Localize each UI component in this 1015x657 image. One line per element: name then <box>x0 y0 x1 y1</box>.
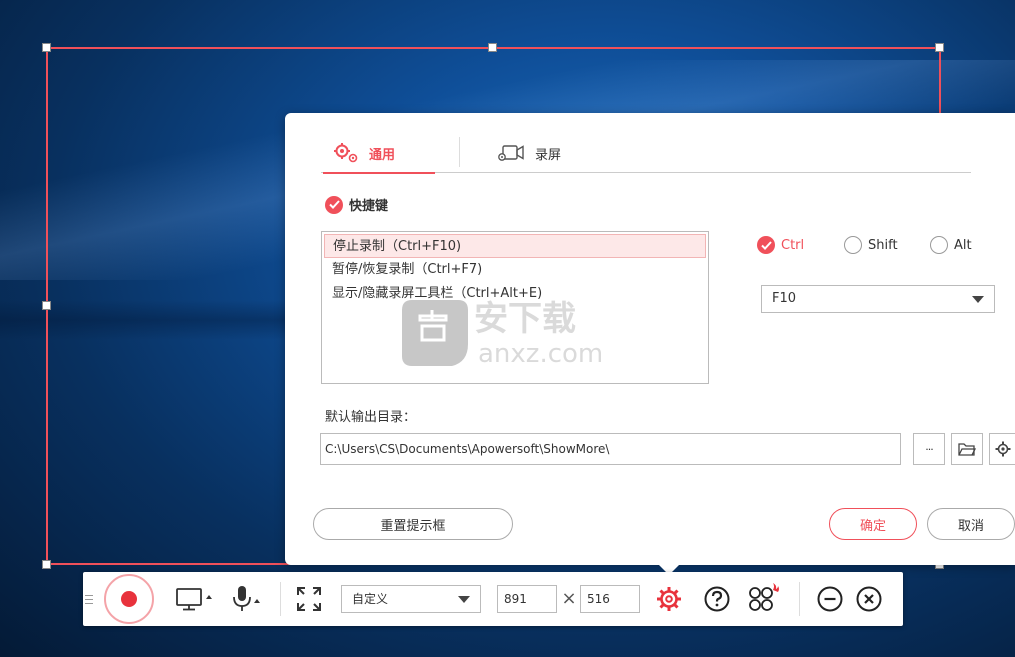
tab-general[interactable]: 通用 <box>322 133 436 174</box>
gears-icon <box>334 143 358 163</box>
recording-toolbar: 自定义 891 × 516 <box>83 572 903 626</box>
hotkeys-checkbox[interactable]: 快捷键 <box>325 195 388 214</box>
record-button[interactable] <box>101 572 157 626</box>
apps-icon <box>749 583 779 611</box>
toolbar-divider <box>280 582 281 616</box>
settings-button[interactable] <box>655 585 683 613</box>
modifier-ctrl[interactable]: Ctrl <box>757 236 804 254</box>
monitor-icon <box>176 588 212 611</box>
minimize-button[interactable] <box>817 586 843 612</box>
drag-handle[interactable] <box>83 592 95 606</box>
help-icon <box>704 586 730 612</box>
microphone-button[interactable] <box>229 585 263 613</box>
cancel-label: 取消 <box>957 518 984 534</box>
close-button[interactable] <box>856 586 882 612</box>
gear-icon <box>657 587 681 611</box>
hotkey-key-value: F10 <box>772 291 797 306</box>
ok-button[interactable]: 确定 <box>829 508 917 540</box>
video-camera-gear-icon <box>498 145 524 161</box>
cancel-button[interactable]: 取消 <box>927 508 1015 540</box>
tab-recording-label: 录屏 <box>535 147 562 163</box>
modifier-shift[interactable]: Shift <box>844 236 898 254</box>
check-icon <box>757 236 775 254</box>
hotkey-list: 停止录制（Ctrl+F10) 暂停/恢复录制（Ctrl+F7) 显示/隐藏录屏工… <box>321 231 709 384</box>
settings-tabs: 通用 录屏 <box>321 133 971 174</box>
region-mode-select[interactable]: 自定义 <box>341 585 481 613</box>
tab-general-label: 通用 <box>369 147 396 163</box>
help-button[interactable] <box>703 585 731 613</box>
chevron-down-icon <box>458 596 470 603</box>
folder-icon <box>958 443 976 456</box>
minimize-icon <box>817 586 843 612</box>
check-icon <box>325 195 343 214</box>
region-mode-value: 自定义 <box>352 592 389 606</box>
fullscreen-button[interactable] <box>296 586 322 612</box>
region-handle-bottom-left[interactable] <box>42 560 51 569</box>
tab-divider <box>459 137 460 167</box>
hotkey-key-select[interactable]: F10 <box>761 285 995 313</box>
hotkeys-checkbox-label: 快捷键 <box>349 199 389 214</box>
modifier-alt-label: Alt <box>954 237 972 253</box>
region-handle-top-right[interactable] <box>935 43 944 52</box>
output-dir-field[interactable]: C:\Users\CS\Documents\Apowersoft\ShowMor… <box>320 433 901 465</box>
output-settings-button[interactable] <box>989 433 1015 465</box>
chevron-down-icon <box>972 296 984 303</box>
close-icon <box>856 586 882 612</box>
radio-empty-icon <box>844 236 862 254</box>
expand-icon <box>297 587 321 611</box>
tab-recording[interactable]: 录屏 <box>497 133 561 173</box>
modifier-alt[interactable]: Alt <box>930 236 972 254</box>
modifier-ctrl-label: Ctrl <box>781 237 805 253</box>
region-height-input[interactable]: 516 <box>580 585 640 613</box>
hotkey-item-stop[interactable]: 停止录制（Ctrl+F10) <box>324 234 706 258</box>
region-handle-middle-left[interactable] <box>42 301 51 310</box>
microphone-icon <box>233 586 260 611</box>
record-icon <box>104 574 154 624</box>
region-handle-top-middle[interactable] <box>488 43 497 52</box>
radio-empty-icon <box>930 236 948 254</box>
times-sign: × <box>561 587 577 609</box>
more-tools-button[interactable] <box>747 582 781 614</box>
output-dir-label: 默认输出目录： <box>325 410 417 425</box>
screen-source-button[interactable] <box>175 586 215 612</box>
toolbar-divider <box>799 582 800 616</box>
open-folder-button[interactable] <box>951 433 983 465</box>
modifier-shift-label: Shift <box>868 237 898 253</box>
reset-tips-button[interactable]: 重置提示框 <box>313 508 513 540</box>
reset-tips-label: 重置提示框 <box>380 518 446 534</box>
browse-button[interactable]: ··· <box>913 433 945 465</box>
ellipsis-label: ··· <box>925 442 933 456</box>
hotkey-item-pause[interactable]: 暂停/恢复录制（Ctrl+F7) <box>324 258 706 282</box>
settings-dialog: 通用 录屏 快捷键 停止录制（Ctrl+F10) 暂停/恢复录制（Ctrl+F7… <box>285 113 1015 575</box>
region-width-input[interactable]: 891 <box>497 585 557 613</box>
gear-icon <box>995 441 1010 457</box>
region-handle-top-left[interactable] <box>42 43 51 52</box>
ok-label: 确定 <box>859 518 886 534</box>
hotkey-item-toggle-toolbar[interactable]: 显示/隐藏录屏工具栏（Ctrl+Alt+E) <box>324 282 706 306</box>
